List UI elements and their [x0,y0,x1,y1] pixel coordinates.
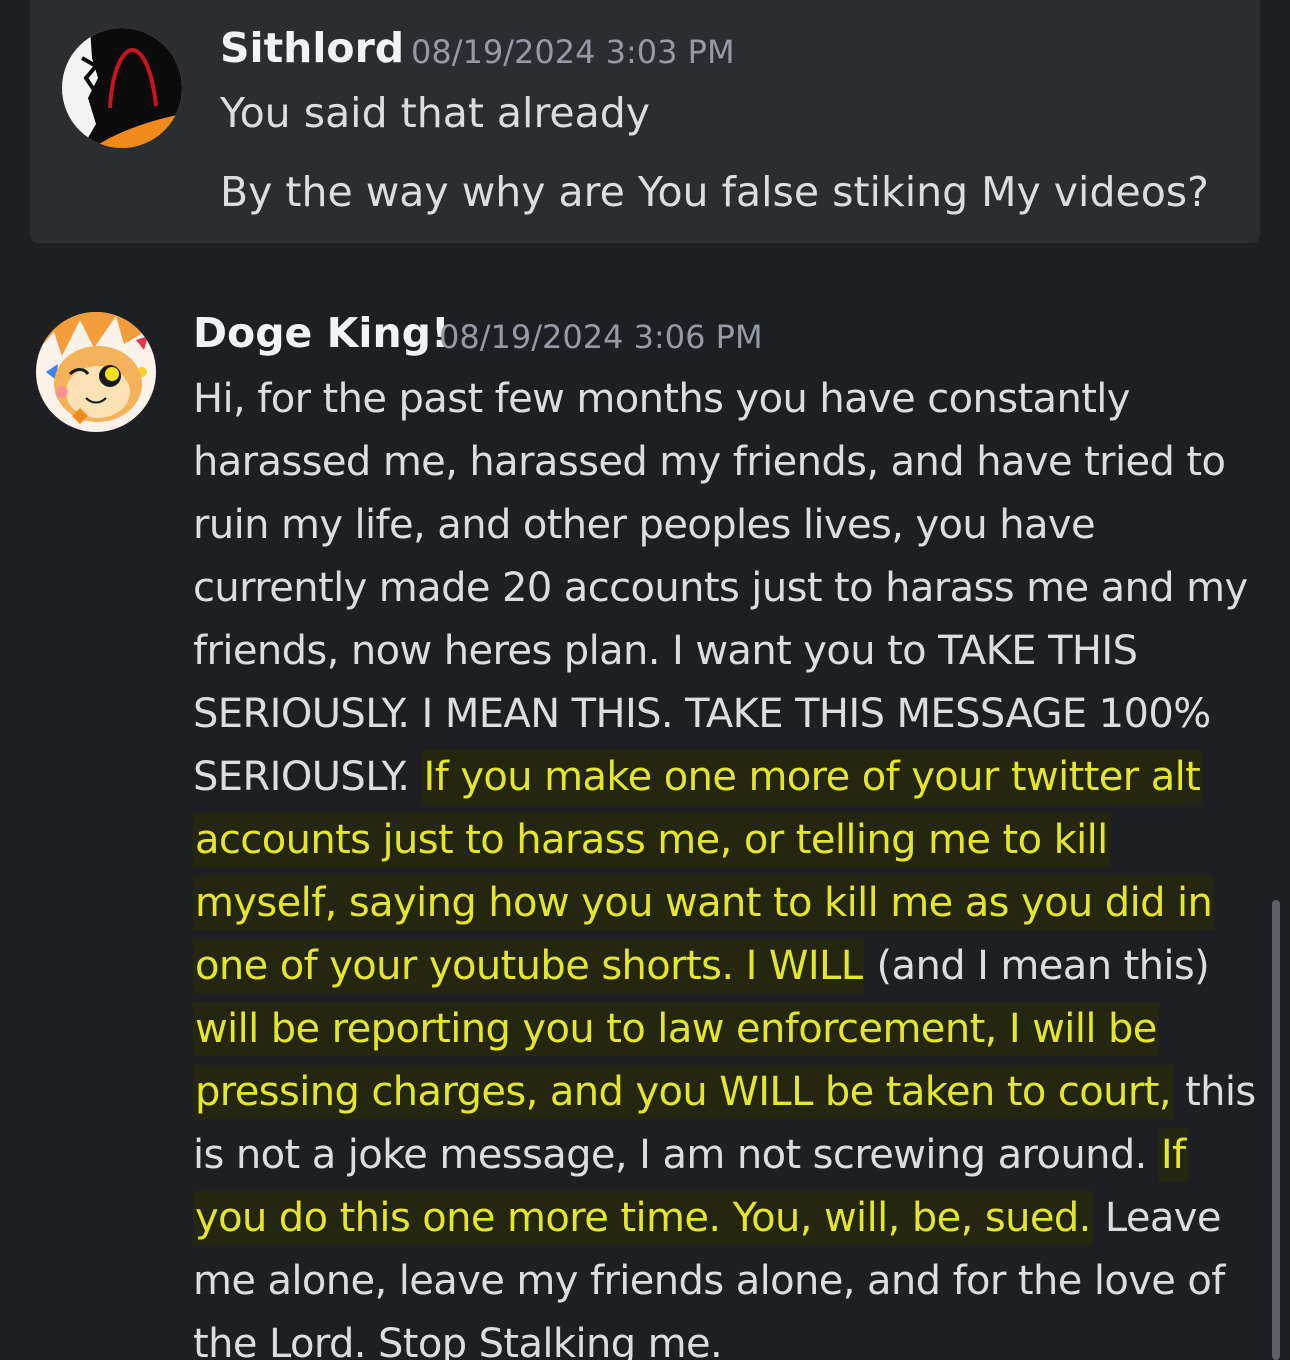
message-text: By the way why are You false stiking My … [220,168,1209,216]
message-segment: (and I mean this) [864,943,1210,989]
sith-avatar-icon [62,28,182,148]
username-doge-king[interactable]: Doge King! [193,309,450,357]
scrollbar-thumb[interactable] [1272,900,1280,1360]
avatar-doge-king[interactable] [36,312,156,432]
doge-avatar-icon [36,312,156,432]
highlighted-segment: will be reporting you to law enforcement… [193,1002,1173,1119]
chat-message-list[interactable]: Sithlord 08/19/2024 3:03 PM You said tha… [0,0,1290,1360]
message-text: Hi, for the past few months you have con… [193,368,1258,1360]
message-timestamp: 08/19/2024 3:03 PM [411,33,735,71]
username-sithlord[interactable]: Sithlord [220,24,404,72]
message-timestamp: 08/19/2024 3:06 PM [439,318,763,356]
message-text: You said that already [220,89,651,137]
avatar-sithlord[interactable] [62,28,182,148]
message-segment: Hi, for the past few months you have con… [193,376,1248,800]
